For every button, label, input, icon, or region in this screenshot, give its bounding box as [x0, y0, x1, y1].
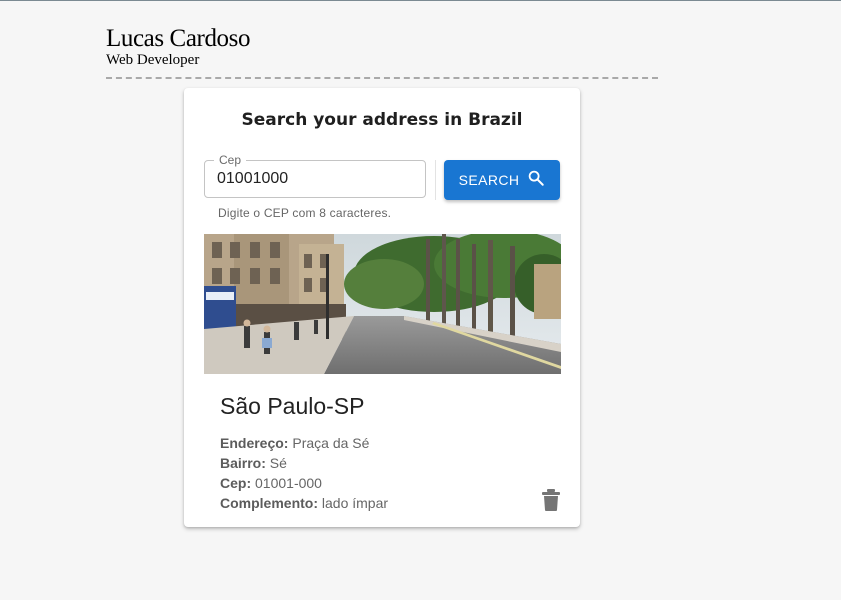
detail-row-cep: Cep: 01001-000 [220, 473, 388, 493]
detail-value: 01001-000 [255, 475, 322, 491]
detail-label: Bairro: [220, 455, 266, 471]
field-separator [435, 160, 436, 200]
detail-value: Praça da Sé [292, 435, 370, 451]
cep-helper-text: Digite o CEP com 8 caracteres. [218, 206, 392, 220]
top-border [0, 0, 841, 1]
author-role: Web Developer [106, 52, 200, 68]
cep-input[interactable] [205, 161, 425, 197]
author-name: Lucas Cardoso [106, 25, 251, 52]
detail-row-complemento: Complemento: lado ímpar [220, 493, 388, 513]
street-photo [204, 234, 561, 374]
detail-value: Sé [269, 455, 287, 471]
result-city: São Paulo-SP [220, 393, 365, 419]
trash-icon[interactable] [540, 488, 562, 512]
search-button[interactable]: SEARCH [444, 160, 560, 200]
address-details: Endereço: Praça da Sé Bairro: Sé Cep: 01… [220, 433, 388, 513]
detail-row-endereco: Endereço: Praça da Sé [220, 433, 388, 453]
card-title: Search your address in Brazil [241, 110, 523, 130]
address-search-card: Search your address in Brazil Cep Digite… [184, 88, 580, 527]
search-icon [527, 169, 545, 192]
detail-value: lado ímpar [321, 495, 389, 511]
site-header: Lucas Cardoso Web Developer [106, 25, 251, 69]
detail-label: Endereço: [220, 435, 289, 451]
detail-label: Cep: [220, 475, 252, 491]
search-button-label: SEARCH [458, 172, 520, 188]
header-divider [106, 77, 658, 79]
detail-row-bairro: Bairro: Sé [220, 453, 388, 473]
cep-field[interactable]: Cep [204, 154, 426, 198]
detail-label: Complemento: [220, 495, 318, 511]
